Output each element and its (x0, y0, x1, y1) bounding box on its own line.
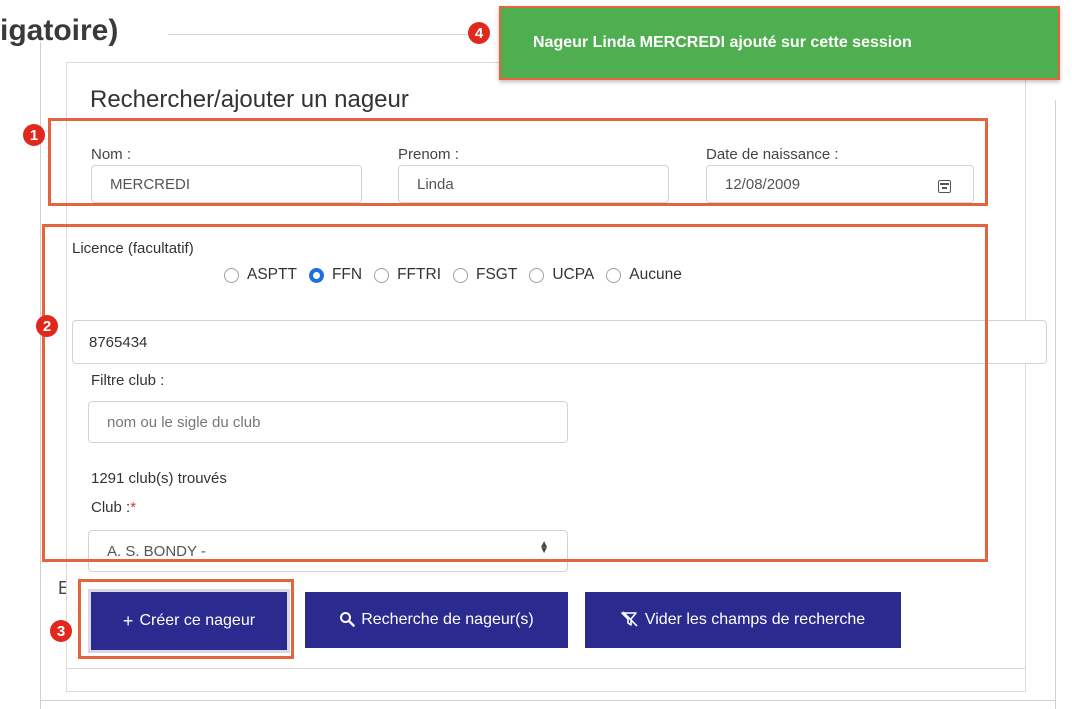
form-title: Rechercher/ajouter un nageur (90, 86, 409, 113)
clear-filter-icon (621, 610, 639, 630)
annotation-badge-4: 4 (468, 22, 490, 44)
toast-message: Nageur Linda MERCREDI ajouté sur cette s… (533, 34, 912, 51)
page-heading-fragment: igatoire) (0, 14, 119, 47)
search-swimmer-button[interactable]: Recherche de nageur(s) (305, 592, 568, 648)
search-button-label: Recherche de nageur(s) (361, 611, 534, 628)
clear-search-fields-button[interactable]: Vider les champs de recherche (585, 592, 901, 648)
annotation-badge-3: 3 (50, 620, 72, 642)
search-icon (339, 611, 355, 630)
page-frame-bottom (40, 700, 1056, 701)
annotation-badge-1: 1 (23, 124, 45, 146)
annotation-badge-2: 2 (36, 315, 58, 337)
annotation-box-2 (42, 224, 988, 562)
annotation-box-3 (78, 579, 294, 659)
heading-divider (168, 34, 488, 35)
clear-button-label: Vider les champs de recherche (644, 611, 866, 628)
panel-divider (67, 668, 1025, 669)
annotation-box-1 (48, 118, 988, 206)
page-frame-right (1055, 100, 1056, 709)
success-toast: Nageur Linda MERCREDI ajouté sur cette s… (499, 6, 1060, 80)
